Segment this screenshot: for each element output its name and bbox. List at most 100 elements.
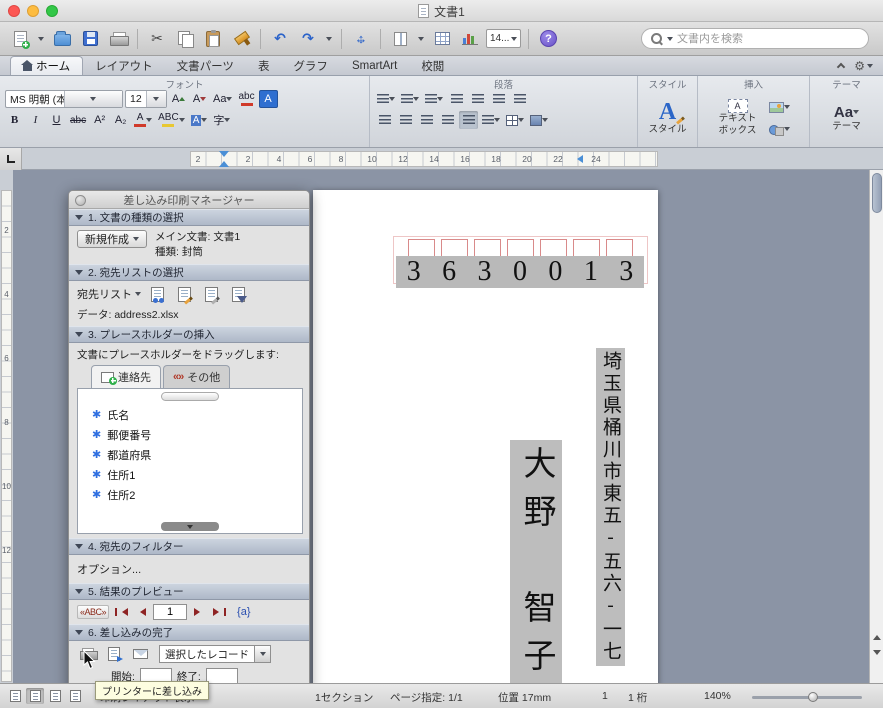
records-to-merge-dropdown[interactable]: 選択したレコード <box>159 645 271 664</box>
first-record-button[interactable] <box>113 605 129 620</box>
draft-view-button[interactable] <box>6 688 24 704</box>
postal-code-field[interactable]: 3 6 3 0 0 1 3 <box>396 256 644 288</box>
align-center-button[interactable] <box>396 111 415 129</box>
record-number-input[interactable] <box>153 604 188 621</box>
bold-button[interactable]: B <box>5 111 24 129</box>
section-header-placeholders[interactable]: 3. プレースホルダーの挿入 <box>69 326 309 344</box>
placeholder-list[interactable]: ✱ 氏名 ✱ 郵便番号 ✱ 都道府県 ✱ 住所1 ✱ 住所2 <box>77 388 303 535</box>
paste-button[interactable] <box>201 27 225 51</box>
strikethrough-button[interactable]: abc <box>68 111 88 129</box>
edit-list-button[interactable] <box>200 285 222 303</box>
placeholder-field-name[interactable]: ✱ 氏名 <box>78 405 302 425</box>
view-field-codes-button[interactable]: {a} <box>237 606 250 618</box>
more-tab[interactable]: «» その他 <box>163 365 231 389</box>
numbered-list-button[interactable] <box>399 90 421 108</box>
merge-to-email-button[interactable] <box>129 645 151 663</box>
save-button[interactable] <box>78 27 102 51</box>
styles-button[interactable]: A スタイル <box>644 99 690 137</box>
last-record-button[interactable] <box>211 605 227 620</box>
address-merge-field[interactable]: 埼玉県桶川市東五-五六-一七 <box>596 348 625 666</box>
character-border-button[interactable]: A <box>258 90 278 108</box>
increase-indent-button[interactable] <box>468 90 487 108</box>
highlight-color-button[interactable]: ABC <box>156 111 187 129</box>
search-scope-arrow[interactable] <box>667 36 673 44</box>
justify-button[interactable] <box>438 111 457 129</box>
placeholder-field-postal[interactable]: ✱ 郵便番号 <box>78 425 302 445</box>
search-input[interactable] <box>677 32 860 45</box>
insert-picture-button[interactable] <box>767 98 792 116</box>
chart-button[interactable] <box>458 27 482 51</box>
previous-record-button[interactable] <box>133 605 149 620</box>
ribbon-settings-button[interactable]: ⚙ <box>854 59 873 73</box>
section-header-document-type[interactable]: 1. 文書の種類の選択 <box>69 209 309 226</box>
format-painter-button[interactable] <box>229 27 253 51</box>
merge-end-input[interactable] <box>205 668 238 683</box>
show-marks-button[interactable] <box>510 90 529 108</box>
tab-smartart[interactable]: SmartArt <box>340 56 409 75</box>
scroll-down-button[interactable] <box>161 522 219 532</box>
vertical-scrollbar[interactable] <box>869 170 883 683</box>
subscript-button[interactable]: A₂ <box>111 111 130 129</box>
change-case-button[interactable]: Aa <box>211 90 234 108</box>
new-document-button[interactable] <box>8 27 32 51</box>
font-color-button[interactable]: A <box>132 111 154 129</box>
scroll-up-button[interactable] <box>870 626 883 645</box>
superscript-button[interactable]: A² <box>90 111 109 129</box>
scroll-down-button[interactable] <box>870 645 883 664</box>
next-record-button[interactable] <box>191 605 207 620</box>
scrollbar-thumb[interactable] <box>872 173 882 213</box>
align-right-button[interactable] <box>417 111 436 129</box>
underline-button[interactable]: U <box>47 111 66 129</box>
sort-button[interactable] <box>489 90 508 108</box>
close-panel-button[interactable] <box>75 195 86 206</box>
open-button[interactable] <box>50 27 74 51</box>
merge-to-new-document-button[interactable] <box>103 645 125 663</box>
undo-button[interactable]: ↶ <box>268 27 292 51</box>
multilevel-list-button[interactable] <box>423 90 445 108</box>
font-name-select[interactable]: MS 明朝 (本文) <box>5 90 123 108</box>
character-shading-button[interactable]: A <box>189 111 210 129</box>
line-spacing-button[interactable] <box>480 111 502 129</box>
align-left-button[interactable] <box>375 111 394 129</box>
open-data-source-button[interactable] <box>146 285 168 303</box>
tab-review[interactable]: 校閲 <box>409 56 456 75</box>
tab-home[interactable]: ホーム <box>10 56 84 75</box>
enclose-characters-button[interactable]: 字 <box>211 111 232 129</box>
new-document-menu-arrow[interactable] <box>36 34 46 44</box>
section-header-complete-merge[interactable]: 6. 差し込みの完了 <box>69 624 309 642</box>
section-header-preview[interactable]: 5. 結果のプレビュー <box>69 583 309 601</box>
collapse-ribbon-button[interactable] <box>836 57 846 75</box>
tab-stop-selector[interactable] <box>0 148 22 170</box>
contacts-tab[interactable]: 連絡先 <box>91 365 161 389</box>
columns-menu-arrow[interactable] <box>416 34 426 44</box>
font-size-arrow[interactable] <box>145 91 166 107</box>
italic-button[interactable]: I <box>26 111 45 129</box>
table-button[interactable] <box>430 27 454 51</box>
notebook-view-button[interactable] <box>66 688 84 704</box>
outline-view-button[interactable] <box>46 688 64 704</box>
copy-button[interactable] <box>173 27 197 51</box>
cut-button[interactable]: ✂ <box>145 27 169 51</box>
toolbar-size-combo[interactable]: 14... <box>486 29 522 48</box>
redo-button[interactable]: ↷ <box>296 27 320 51</box>
tab-document-elements[interactable]: 文書パーツ <box>165 56 246 75</box>
redo-menu-arrow[interactable] <box>324 34 334 44</box>
distribute-text-button[interactable] <box>459 111 478 129</box>
section-header-filter[interactable]: 4. 宛先のフィルター <box>69 538 309 556</box>
insert-shape-button[interactable] <box>767 120 792 138</box>
horizontal-ruler[interactable]: 2 2 4 6 8 10 12 14 16 18 20 22 24 <box>0 148 883 170</box>
document-page[interactable]: 3 6 3 0 0 1 3 埼玉県桶川市東五-五六-一七 大野 智子 <box>313 190 658 683</box>
placeholder-field-address2[interactable]: ✱ 住所2 <box>78 485 302 505</box>
font-name-arrow[interactable] <box>63 91 122 107</box>
create-new-button[interactable]: 新規作成 <box>77 230 147 248</box>
view-merged-data-toggle[interactable]: «ABC» <box>77 605 110 620</box>
tab-tables[interactable]: 表 <box>246 56 282 75</box>
filter-options-button[interactable]: オプション... <box>77 561 141 577</box>
indent-marker[interactable] <box>219 151 229 167</box>
font-size-select[interactable]: 12 <box>125 90 167 108</box>
filter-list-button[interactable] <box>227 285 249 303</box>
print-layout-view-button[interactable] <box>26 688 44 704</box>
section-header-recipients[interactable]: 2. 宛先リストの選択 <box>69 264 309 282</box>
edit-data-source-button[interactable] <box>173 285 195 303</box>
name-merge-field[interactable]: 大野 智子 <box>510 440 562 683</box>
